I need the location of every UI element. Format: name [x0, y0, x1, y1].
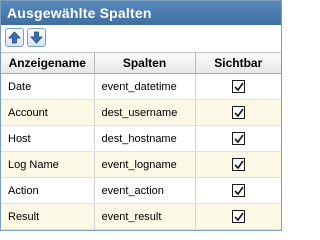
table-row[interactable]: Log Name event_logname — [1, 151, 281, 178]
display-name-cell[interactable]: Log Name — [1, 151, 95, 178]
column-header-display-name[interactable]: Anzeigename — [1, 52, 95, 74]
table-row[interactable]: Result event_result — [1, 203, 281, 230]
display-name-cell[interactable]: Date — [1, 73, 95, 100]
display-name-cell[interactable]: Host — [1, 125, 95, 152]
column-name-cell: event_datetime — [94, 73, 196, 100]
table-row[interactable]: Account dest_username — [1, 99, 281, 126]
column-name-cell: dest_hostname — [94, 125, 196, 152]
display-name-cell[interactable]: Result — [1, 203, 95, 230]
visible-cell — [195, 125, 281, 152]
move-down-button[interactable] — [27, 28, 46, 47]
columns-table: Anzeigename Spalten Sichtbar Date event_… — [1, 52, 281, 230]
column-name-cell: event_result — [94, 203, 196, 230]
visible-checkbox[interactable] — [231, 210, 245, 223]
checkmark-icon — [234, 160, 244, 170]
display-name-cell[interactable]: Action — [1, 177, 95, 204]
column-header-visible[interactable]: Sichtbar — [195, 52, 281, 74]
visible-checkbox[interactable] — [231, 106, 245, 119]
column-name-cell: event_logname — [94, 151, 196, 178]
visible-checkbox[interactable] — [231, 184, 245, 197]
visible-cell — [195, 203, 281, 230]
visible-cell — [195, 151, 281, 178]
arrow-up-icon — [8, 31, 21, 44]
visible-checkbox[interactable] — [231, 80, 245, 93]
visible-cell — [195, 177, 281, 204]
display-name-cell[interactable]: Account — [1, 99, 95, 126]
visible-cell — [195, 99, 281, 126]
table-row[interactable]: Action event_action — [1, 177, 281, 204]
selected-columns-panel: Ausgewählte Spalten Anzeigename Spalten … — [0, 0, 282, 231]
table-row[interactable]: Host dest_hostname — [1, 125, 281, 152]
column-name-cell: event_action — [94, 177, 196, 204]
checkmark-icon — [234, 212, 244, 222]
move-up-button[interactable] — [5, 28, 24, 47]
checkmark-icon — [234, 108, 244, 118]
arrow-down-icon — [30, 31, 43, 44]
visible-checkbox[interactable] — [231, 158, 245, 171]
checkmark-icon — [234, 82, 244, 92]
toolbar — [1, 25, 281, 51]
table-header-row: Anzeigename Spalten Sichtbar — [1, 52, 281, 74]
visible-checkbox[interactable] — [231, 132, 245, 145]
checkmark-icon — [234, 134, 244, 144]
table-row[interactable]: Date event_datetime — [1, 73, 281, 100]
panel-title: Ausgewählte Spalten — [1, 1, 281, 25]
visible-cell — [195, 73, 281, 100]
column-header-column[interactable]: Spalten — [94, 52, 196, 74]
checkmark-icon — [234, 186, 244, 196]
column-name-cell: dest_username — [94, 99, 196, 126]
